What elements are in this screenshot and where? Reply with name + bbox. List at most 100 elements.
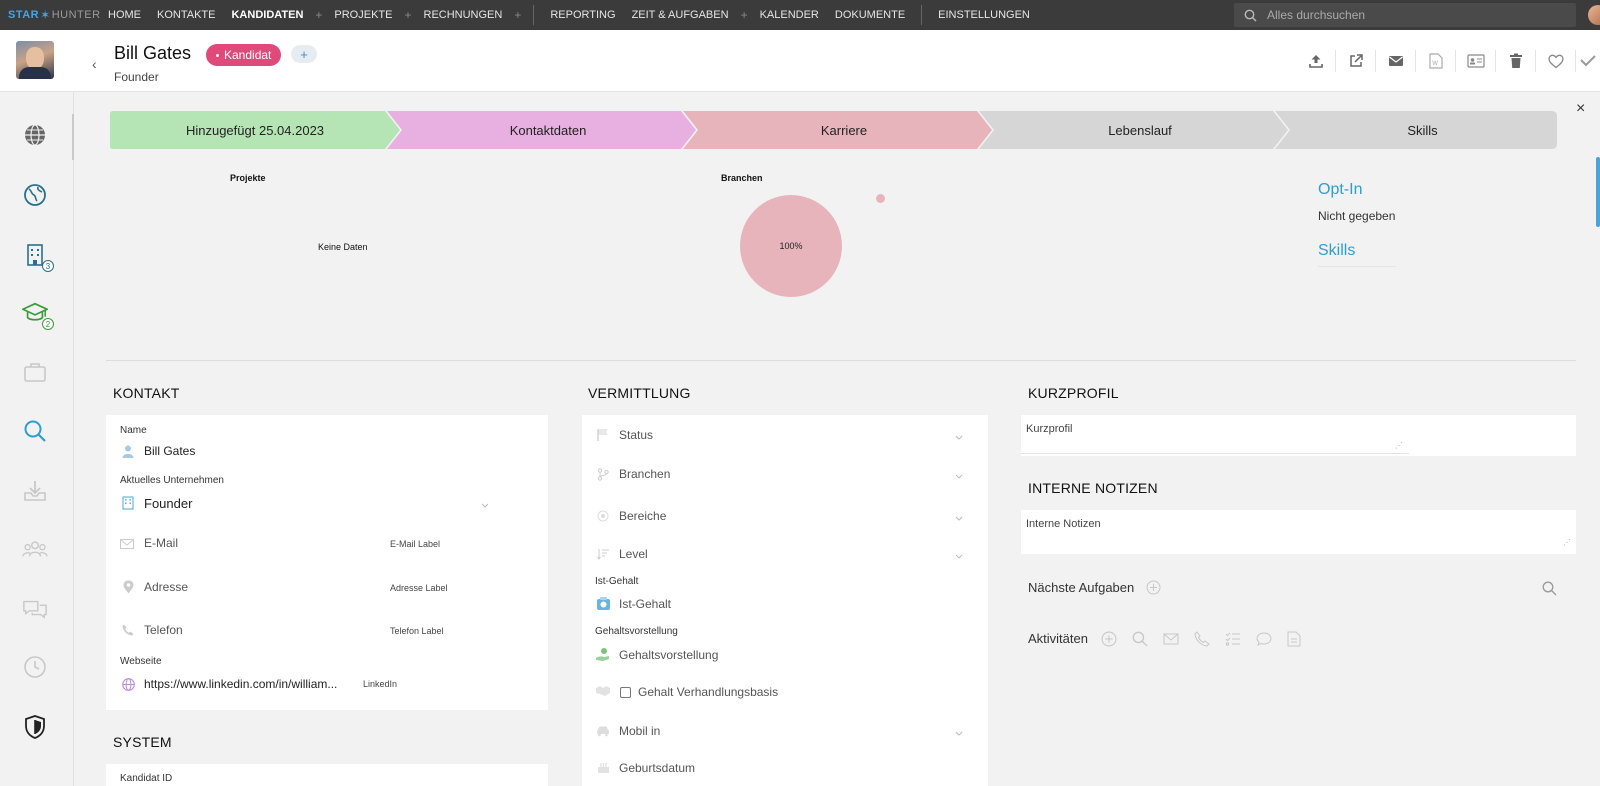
bereiche-select[interactable]: Bereiche bbox=[619, 509, 666, 523]
phone-input[interactable]: Telefon bbox=[144, 623, 183, 637]
level-select[interactable]: Level bbox=[619, 547, 648, 561]
upload-button[interactable] bbox=[1296, 50, 1336, 72]
user-avatar[interactable] bbox=[1588, 5, 1600, 25]
education-count-badge: 2 bbox=[42, 318, 54, 330]
rail-education[interactable]: 2 bbox=[22, 300, 54, 330]
ist-gehalt-input[interactable]: Ist-Gehalt bbox=[619, 597, 671, 611]
car-icon bbox=[595, 723, 611, 739]
website-input[interactable]: https://www.linkedin.com/in/william... bbox=[144, 677, 337, 691]
nav-projekte-add[interactable]: + bbox=[400, 8, 415, 22]
nav-rechnungen-add[interactable]: + bbox=[510, 8, 525, 22]
handshake-icon bbox=[595, 683, 611, 699]
checklist-activity-icon[interactable] bbox=[1225, 631, 1241, 647]
add-task-icon[interactable] bbox=[1146, 580, 1161, 595]
candidate-tag[interactable]: Kandidat bbox=[206, 44, 282, 66]
flag-icon bbox=[595, 427, 611, 443]
favorite-button[interactable] bbox=[1536, 50, 1576, 72]
rail-overview[interactable] bbox=[22, 122, 48, 148]
industries-pie-chart: 100% bbox=[740, 195, 842, 297]
phone-label-input[interactable]: Telefon Label bbox=[390, 626, 444, 636]
nav-reporting[interactable]: REPORTING bbox=[542, 0, 623, 30]
email-button[interactable] bbox=[1376, 50, 1416, 72]
heart-icon bbox=[1547, 54, 1564, 68]
nav-kandidaten-add[interactable]: + bbox=[311, 8, 326, 22]
geburtsdatum-input[interactable]: Geburtsdatum bbox=[619, 761, 695, 775]
chevron-down-icon[interactable] bbox=[954, 551, 964, 561]
mobil-select[interactable]: Mobil in bbox=[619, 724, 660, 738]
left-rail: 3 2 bbox=[0, 92, 74, 786]
chat-bubbles-icon bbox=[23, 600, 47, 619]
logo[interactable]: STAR ✶ HUNTER bbox=[0, 8, 100, 22]
money-hand-icon bbox=[595, 646, 611, 662]
delete-button[interactable] bbox=[1496, 50, 1536, 72]
add-activity-icon[interactable] bbox=[1101, 631, 1117, 647]
rail-companies[interactable]: 3 bbox=[22, 242, 54, 272]
phone-activity-icon[interactable] bbox=[1194, 631, 1210, 647]
verhandlungsbasis-checkbox[interactable] bbox=[620, 687, 631, 698]
comment-activity-icon[interactable] bbox=[1256, 631, 1272, 647]
notizen-textarea[interactable]: Interne Notizen ⋰ bbox=[1021, 510, 1576, 554]
pipeline-step-added[interactable]: Hinzugefügt 25.04.2023 bbox=[110, 111, 400, 149]
pipeline-step-contact[interactable]: Kontaktdaten bbox=[400, 111, 696, 149]
nav-rechnungen[interactable]: RECHNUNGEN bbox=[416, 0, 511, 30]
candidate-photo[interactable] bbox=[16, 41, 54, 79]
confirm-button[interactable] bbox=[1576, 50, 1600, 72]
pipeline-step-cv[interactable]: Lebenslauf bbox=[992, 111, 1288, 149]
chevron-down-icon[interactable] bbox=[480, 500, 490, 510]
name-field[interactable]: Bill Gates bbox=[144, 444, 195, 458]
status-select[interactable]: Status bbox=[619, 428, 653, 442]
nav-dokumente[interactable]: DOKUMENTE bbox=[827, 0, 913, 30]
nav-kalender[interactable]: KALENDER bbox=[752, 0, 827, 30]
rail-world[interactable] bbox=[22, 182, 48, 208]
address-label-input[interactable]: Adresse Label bbox=[390, 583, 448, 593]
rail-downloads[interactable] bbox=[22, 478, 48, 504]
email-input[interactable]: E-Mail bbox=[144, 536, 178, 550]
close-icon[interactable]: × bbox=[1576, 100, 1585, 118]
nav-projekte[interactable]: PROJEKTE bbox=[326, 0, 400, 30]
nav-zeit-add[interactable]: + bbox=[737, 8, 752, 22]
nav-kandidaten[interactable]: KANDIDATEN bbox=[223, 0, 311, 30]
resize-grip-icon[interactable]: ⋰ bbox=[1395, 441, 1403, 450]
gehaltsvorstellung-input[interactable]: Gehaltsvorstellung bbox=[619, 648, 718, 662]
search-activity-icon[interactable] bbox=[1132, 631, 1148, 647]
nav-home[interactable]: HOME bbox=[100, 0, 149, 30]
rail-history[interactable] bbox=[22, 654, 48, 680]
kurzprofil-underline bbox=[1021, 453, 1409, 454]
magnifier-icon bbox=[24, 420, 46, 442]
rail-privacy[interactable] bbox=[22, 714, 48, 740]
branchen-select[interactable]: Branchen bbox=[619, 467, 670, 481]
nav-einstellungen[interactable]: EINSTELLUNGEN bbox=[930, 0, 1038, 30]
rail-team[interactable] bbox=[22, 536, 48, 562]
email-label-input[interactable]: E-Mail Label bbox=[390, 539, 440, 549]
back-chevron-icon[interactable]: ‹ bbox=[92, 56, 97, 72]
nav-zeit-aufgaben[interactable]: ZEIT & AUFGABEN bbox=[624, 0, 737, 30]
open-external-button[interactable] bbox=[1336, 50, 1376, 72]
chevron-down-icon[interactable] bbox=[954, 728, 964, 738]
business-card-button[interactable] bbox=[1456, 50, 1496, 72]
address-input[interactable]: Adresse bbox=[144, 580, 188, 594]
rail-search[interactable] bbox=[22, 418, 48, 444]
search-tasks-icon[interactable] bbox=[1542, 581, 1557, 596]
kurzprofil-textarea[interactable]: Kurzprofil ⋰ bbox=[1021, 415, 1576, 456]
rail-messages[interactable] bbox=[22, 596, 48, 622]
nav-kontakte[interactable]: KONTAKTE bbox=[149, 0, 223, 30]
document-activity-icon[interactable] bbox=[1287, 631, 1301, 647]
website-type-label[interactable]: LinkedIn bbox=[363, 679, 397, 689]
company-field[interactable]: Founder bbox=[144, 496, 192, 511]
vermittlung-card: Status Branchen Bereiche Level Ist-Gehal… bbox=[582, 415, 988, 786]
add-tag-button[interactable]: + bbox=[291, 45, 317, 63]
resize-grip-icon[interactable]: ⋰ bbox=[1563, 538, 1571, 547]
search-input[interactable] bbox=[1267, 8, 1547, 22]
side-panel-handle[interactable] bbox=[1596, 157, 1600, 227]
word-export-button[interactable]: W bbox=[1416, 50, 1456, 72]
chevron-down-icon[interactable] bbox=[954, 513, 964, 523]
pipeline-step-skills[interactable]: Skills bbox=[1288, 111, 1557, 149]
activity-actions bbox=[1101, 631, 1301, 647]
chevron-down-icon[interactable] bbox=[954, 432, 964, 442]
global-search[interactable] bbox=[1234, 3, 1576, 27]
rail-jobs[interactable] bbox=[22, 359, 48, 385]
envelope-icon bbox=[119, 536, 135, 552]
email-activity-icon[interactable] bbox=[1163, 631, 1179, 647]
chevron-down-icon[interactable] bbox=[954, 471, 964, 481]
pipeline-step-career[interactable]: Karriere bbox=[696, 111, 992, 149]
